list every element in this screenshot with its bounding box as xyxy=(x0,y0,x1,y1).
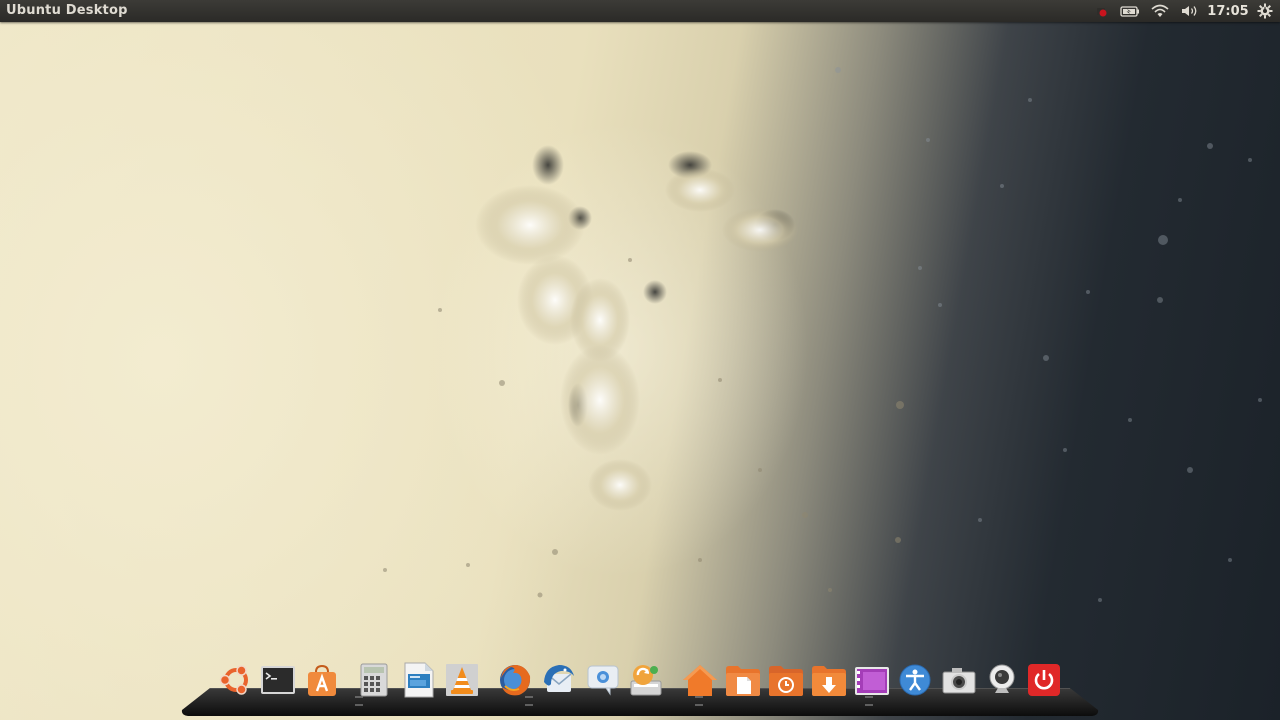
dock-documents-folder[interactable] xyxy=(725,662,761,698)
desktop-wallpaper xyxy=(0,0,1280,720)
footprints-artwork xyxy=(383,67,1262,602)
update-manager-icon xyxy=(630,665,662,696)
dock-empathy-chat[interactable] xyxy=(585,662,621,698)
dock-webcam[interactable] xyxy=(984,662,1020,698)
ubuntu-logo-icon xyxy=(219,665,248,695)
dock-recent-folder[interactable] xyxy=(768,662,804,698)
vlc-cone-icon xyxy=(446,664,478,696)
dock-home-folder[interactable] xyxy=(682,662,718,698)
dock-thunderbird[interactable] xyxy=(541,662,577,698)
recording-indicator-icon[interactable] xyxy=(1092,0,1110,22)
firefox-icon xyxy=(500,665,531,696)
dock-videos-folder[interactable] xyxy=(854,662,890,698)
documents-folder-icon xyxy=(726,666,760,696)
top-panel: Ubuntu Desktop 17:05 xyxy=(0,0,1280,22)
dock-software-center[interactable] xyxy=(304,662,340,698)
chat-bubble-icon xyxy=(587,665,619,696)
webcam-icon xyxy=(989,664,1015,693)
dock-firefox[interactable] xyxy=(497,662,533,698)
dock-libreoffice-impress[interactable] xyxy=(400,662,436,698)
camera-icon xyxy=(942,668,976,694)
dock-calculator[interactable] xyxy=(356,662,392,698)
power-icon xyxy=(1028,664,1060,696)
dock-shutdown[interactable] xyxy=(1026,662,1062,698)
dock-downloads-folder[interactable] xyxy=(811,662,847,698)
software-center-icon xyxy=(308,664,336,696)
dock-vlc[interactable] xyxy=(444,662,480,698)
accessibility-icon xyxy=(899,664,931,696)
dock-ubuntu-dash[interactable] xyxy=(218,662,254,698)
volume-icon[interactable] xyxy=(1178,0,1202,22)
dock-screenshot[interactable] xyxy=(941,662,977,698)
downloads-folder-icon xyxy=(812,666,846,696)
presentation-doc-icon xyxy=(404,662,434,698)
clock-label: 17:05 xyxy=(1207,3,1249,19)
home-folder-icon xyxy=(683,665,717,696)
thunderbird-icon xyxy=(544,665,574,692)
recent-folder-icon xyxy=(769,666,803,696)
wifi-icon[interactable] xyxy=(1148,0,1172,22)
dock-update-manager[interactable] xyxy=(628,662,664,698)
video-folder-icon xyxy=(855,667,889,695)
clock[interactable]: 17:05 xyxy=(1206,0,1250,22)
window-title: Ubuntu Desktop xyxy=(6,3,128,18)
calculator-icon xyxy=(360,663,388,697)
dock-terminal[interactable] xyxy=(260,662,296,698)
dock-accessibility[interactable] xyxy=(897,662,933,698)
terminal-icon xyxy=(261,666,295,694)
battery-icon[interactable] xyxy=(1118,0,1142,22)
session-gear-icon[interactable] xyxy=(1254,0,1276,22)
